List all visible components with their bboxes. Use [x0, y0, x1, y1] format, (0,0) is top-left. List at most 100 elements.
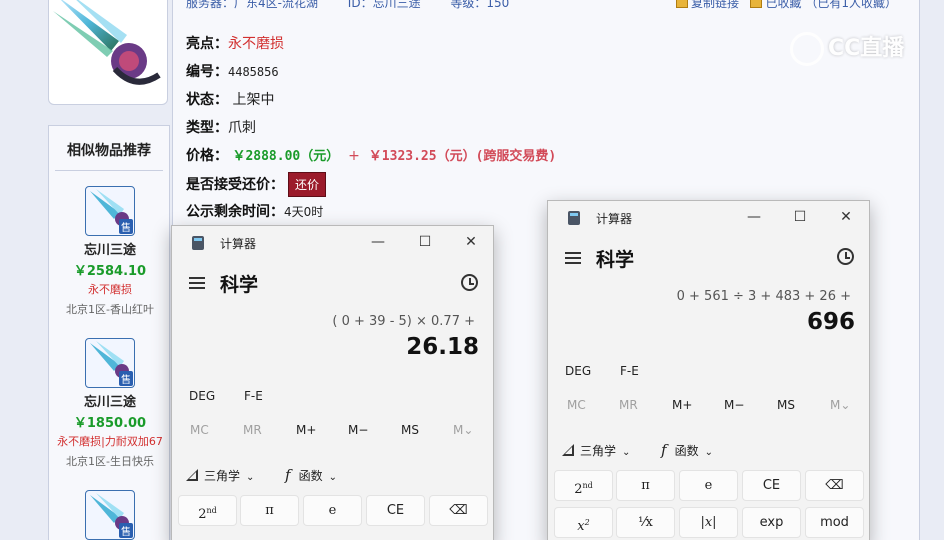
fe-button[interactable]: F-E	[620, 364, 639, 378]
triangle-icon	[562, 444, 574, 456]
cc-logo-icon	[790, 32, 824, 66]
m-plus-button[interactable]: M+	[296, 423, 316, 437]
price-value: ￥2888.00（元）	[232, 149, 340, 164]
deg-button[interactable]: DEG	[565, 364, 591, 378]
ms-button[interactable]: MS	[401, 423, 419, 437]
history-icon[interactable]	[837, 248, 854, 265]
memory-list-button[interactable]: M⌄	[830, 398, 850, 412]
triangle-icon	[186, 469, 198, 481]
calculator-window-left[interactable]: 计算器 — ☐ ✕ 科学 ( 0 + 39 - 5) × 0.77 + 26.1…	[171, 225, 494, 540]
window-title: 计算器	[596, 212, 633, 226]
star-icon	[750, 0, 763, 8]
maximize-button[interactable]: ☐	[786, 205, 814, 229]
chevron-down-icon: ⌄	[622, 447, 631, 458]
m-minus-button[interactable]: M−	[348, 423, 368, 437]
function-dropdown[interactable]: f 函数 ⌄	[285, 466, 337, 484]
calculator-app-icon	[568, 211, 580, 225]
m-minus-button[interactable]: M−	[724, 398, 744, 412]
calculator-window-right[interactable]: 计算器 — ☐ ✕ 科学 0 + 561 ÷ 3 + 483 + 26 + 69…	[547, 200, 870, 540]
function-icon: f	[661, 441, 667, 459]
favorite-button[interactable]: 已收藏	[765, 0, 801, 10]
sold-badge: 售	[119, 371, 133, 386]
pi-key[interactable]: π	[240, 495, 299, 526]
result-display: 26.18	[406, 334, 479, 360]
similar-item-thumb[interactable]: 售	[85, 338, 135, 388]
trigonometry-dropdown[interactable]: 三角学 ⌄	[186, 467, 254, 484]
function-icon: f	[285, 466, 291, 484]
remaining-row: 公示剩余时间：4天0时	[186, 204, 324, 220]
server-info: 服务器：广东4区-流花湖	[186, 0, 318, 10]
weapon-icon	[53, 0, 161, 85]
item-image	[48, 0, 168, 105]
titlebar[interactable]: 计算器 — ☐ ✕	[548, 201, 869, 233]
minimize-button[interactable]: —	[740, 205, 768, 229]
mr-button[interactable]: MR	[619, 398, 638, 412]
second-function-key[interactable]: 2nd	[178, 495, 237, 526]
menu-icon[interactable]	[189, 277, 205, 289]
chevron-down-icon: ⌄	[704, 447, 713, 458]
stream-watermark: CC直播	[790, 30, 904, 66]
function-dropdown[interactable]: f 函数 ⌄	[661, 441, 713, 459]
similar-items-title: 相似物品推荐	[55, 126, 163, 171]
similar-item-thumb[interactable]: 售	[85, 490, 135, 540]
absolute-value-key[interactable]: |x|	[679, 507, 738, 538]
square-key[interactable]: x2	[554, 507, 613, 538]
history-icon[interactable]	[461, 274, 478, 291]
e-key[interactable]: e	[679, 470, 738, 501]
clear-entry-key[interactable]: CE	[742, 470, 801, 501]
mr-button[interactable]: MR	[243, 423, 262, 437]
id-info: ID：忘川三途	[347, 0, 421, 10]
highlight-value: 永不磨损	[228, 36, 284, 52]
serial-row: 编号：4485856	[186, 64, 279, 80]
status-row: 状态： 上架中	[186, 92, 275, 108]
similar-item[interactable]: 售	[49, 490, 171, 540]
type-row: 类型：爪刺	[186, 120, 256, 136]
mode-title: 科学	[596, 249, 635, 271]
highlight-row: 亮点：永不磨损	[186, 36, 284, 52]
backspace-key[interactable]: ⌫	[805, 470, 864, 501]
reciprocal-key[interactable]: ¹⁄x	[616, 507, 675, 538]
sold-badge: 售	[119, 219, 133, 234]
minimize-button[interactable]: —	[364, 230, 392, 254]
m-plus-button[interactable]: M+	[672, 398, 692, 412]
type-value: 爪刺	[228, 120, 256, 136]
mode-title: 科学	[220, 274, 259, 296]
sold-badge: 售	[119, 523, 133, 538]
mc-button[interactable]: MC	[190, 423, 209, 437]
close-button[interactable]: ✕	[457, 230, 485, 254]
second-function-key[interactable]: 2nd	[554, 470, 613, 501]
fe-button[interactable]: F-E	[244, 389, 263, 403]
ms-button[interactable]: MS	[777, 398, 795, 412]
window-title: 计算器	[220, 237, 257, 251]
similar-items-panel: 相似物品推荐 售 忘川三途 ￥2584.10 永不磨损 北京1区-香山红叶 售 …	[48, 125, 170, 540]
level-info: 等级：150	[450, 0, 510, 10]
pi-key[interactable]: π	[616, 470, 675, 501]
chevron-down-icon: ⌄	[246, 472, 255, 483]
clear-entry-key[interactable]: CE	[366, 495, 425, 526]
favorite-count: （已有1人收藏）	[805, 0, 897, 10]
similar-item[interactable]: 售 忘川三途 ￥1850.00 永不磨损|力耐双加67 北京1区-生日快乐	[49, 338, 171, 469]
result-display: 696	[806, 309, 855, 335]
e-key[interactable]: e	[303, 495, 362, 526]
menu-icon[interactable]	[565, 252, 581, 264]
titlebar[interactable]: 计算器 — ☐ ✕	[172, 226, 493, 258]
exp-key[interactable]: exp	[742, 507, 801, 538]
expression-display: 0 + 561 ÷ 3 + 483 + 26 +	[676, 289, 851, 304]
mod-key[interactable]: mod	[805, 507, 864, 538]
calculator-app-icon	[192, 236, 204, 250]
item-actions: 复制链接 已收藏 （已有1人收藏）	[676, 0, 897, 11]
close-button[interactable]: ✕	[832, 205, 860, 229]
similar-item[interactable]: 售 忘川三途 ￥2584.10 永不磨损 北京1区-香山红叶	[49, 186, 171, 317]
mc-button[interactable]: MC	[567, 398, 586, 412]
seller-info-bar: 服务器：广东4区-流花湖 ID：忘川三途 等级：150	[186, 0, 535, 11]
deg-button[interactable]: DEG	[189, 389, 215, 403]
trigonometry-dropdown[interactable]: 三角学 ⌄	[562, 442, 630, 459]
counter-offer-button[interactable]: 还价	[288, 172, 327, 197]
cross-server-fee: ￥1323.25（元）(跨服交易费)	[368, 149, 557, 164]
backspace-key[interactable]: ⌫	[429, 495, 488, 526]
memory-list-button[interactable]: M⌄	[453, 423, 473, 437]
link-icon	[676, 0, 688, 8]
similar-item-thumb[interactable]: 售	[85, 186, 135, 236]
copy-link-button[interactable]: 复制链接	[691, 0, 739, 10]
maximize-button[interactable]: ☐	[411, 230, 439, 254]
